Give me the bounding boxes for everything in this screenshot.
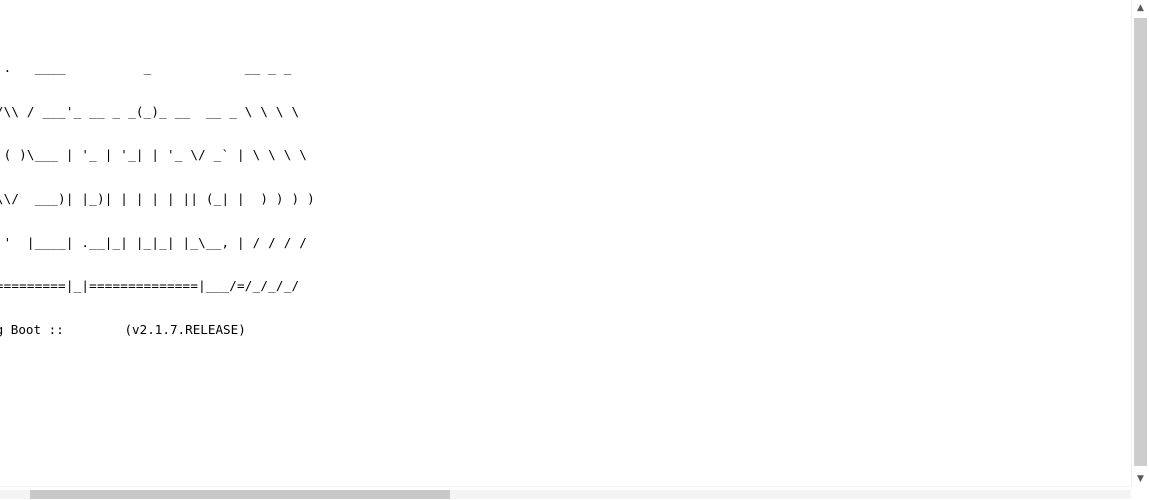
console-text-content: . ____ _ __ _ _ /\\ / ___'_ __ _ _(_)_ _… [0, 3, 1131, 486]
horizontal-scrollbar-thumb[interactable] [30, 490, 450, 499]
banner-line-1: . ____ _ __ _ _ [0, 60, 292, 76]
console-window: . ____ _ __ _ _ /\\ / ___'_ __ _ _(_)_ _… [0, 0, 1149, 500]
chevron-down-icon: ▼ [1137, 474, 1144, 484]
banner-line-4: \\/ ___)| |_)| | | | | || (_| | ) ) ) ) [0, 191, 315, 207]
banner-line-5: ' |____| .__|_| |_|_| |_\__, | / / / / [0, 234, 308, 250]
banner-line-2: /\\ / ___'_ __ _ _(_)_ __ __ _ \ \ \ \ [0, 103, 300, 119]
horizontal-scrollbar[interactable] [0, 486, 1131, 500]
vertical-scrollbar-thumb[interactable] [1134, 18, 1147, 466]
banner-line-3: ( ( )\___ | '_ | '_| | '_ \/ _` | \ \ \ … [0, 147, 308, 163]
console-output-viewport[interactable]: . ____ _ __ _ _ /\\ / ___'_ __ _ _(_)_ _… [0, 0, 1131, 486]
banner-version-line: ng Boot :: (v2.1.7.RELEASE) [0, 322, 246, 338]
scroll-up-button[interactable]: ▲ [1132, 0, 1149, 17]
banner-line-6: =========|_|==============|___/=/_/_/_/ [0, 278, 300, 294]
scrollbar-corner [1131, 486, 1149, 500]
vertical-scrollbar[interactable]: ▲ ▼ [1131, 0, 1149, 500]
chevron-up-icon: ▲ [1137, 3, 1144, 13]
